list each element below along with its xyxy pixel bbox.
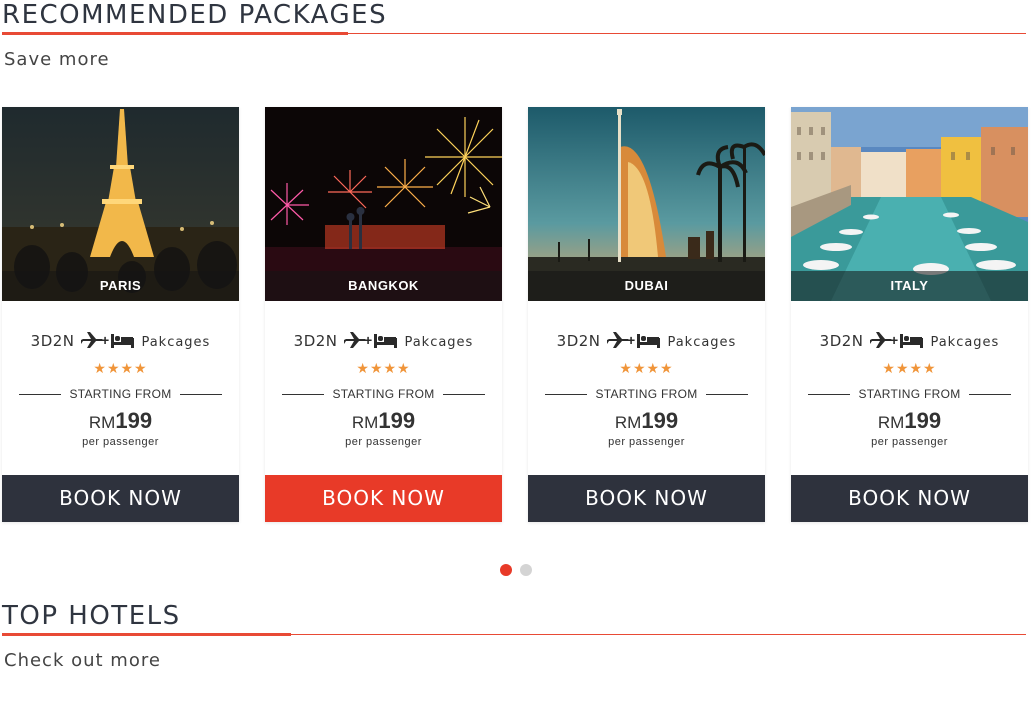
package-description: 3D2N + Pakcages: [265, 331, 502, 354]
top-hotels-subtitle: Check out more: [4, 650, 161, 671]
package-type-label: Pakcages: [141, 335, 211, 350]
package-image-dubai: DUBAI: [528, 107, 765, 301]
price: RM199: [791, 410, 1028, 435]
price: RM199: [528, 410, 765, 435]
top-hotels-title: TOP HOTELS: [2, 601, 181, 631]
flight-hotel-icon: +: [79, 331, 135, 354]
price: RM199: [2, 410, 239, 435]
rating-stars: ★★★★: [93, 360, 148, 376]
price-amount: 199: [378, 408, 416, 433]
starting-from-row: STARTING FROM: [2, 387, 239, 401]
rating-stars: ★★★★: [619, 360, 674, 376]
flight-hotel-icon: +: [605, 331, 661, 354]
price-currency: RM: [88, 413, 116, 432]
recommended-section-header: RECOMMENDED PACKAGES Save more: [0, 0, 1032, 70]
price: RM199: [265, 410, 502, 435]
city-label: BANGKOK: [265, 271, 502, 301]
per-passenger-label: per passenger: [82, 436, 159, 448]
carousel-pagination: [500, 564, 532, 576]
package-image-italy: ITALY: [791, 107, 1028, 301]
package-card-italy: ITALY 3D2N + Pakcages ★★★★ STARTING FROM…: [791, 107, 1028, 522]
flight-hotel-icon: +: [342, 331, 398, 354]
flight-hotel-icon: +: [868, 331, 924, 354]
price-amount: 199: [904, 408, 942, 433]
book-now-button[interactable]: BOOK NOW: [528, 475, 765, 522]
duration-text: 3D2N: [293, 332, 338, 350]
svg-text:+: +: [364, 332, 372, 348]
starting-from-row: STARTING FROM: [265, 387, 502, 401]
package-card-dubai: DUBAI 3D2N + Pakcages ★★★★ STARTING FROM…: [528, 107, 765, 522]
price-currency: RM: [351, 413, 379, 432]
recommended-subtitle: Save more: [4, 49, 110, 70]
top-hotels-section-header: TOP HOTELS Check out more: [0, 601, 1032, 671]
city-label: ITALY: [791, 271, 1028, 301]
book-now-button[interactable]: BOOK NOW: [791, 475, 1028, 522]
price-currency: RM: [614, 413, 642, 432]
package-card-bangkok: BANGKOK 3D2N + Pakcages ★★★★ STARTING FR…: [265, 107, 502, 522]
starting-from-label: STARTING FROM: [858, 387, 961, 401]
duration-text: 3D2N: [819, 332, 864, 350]
package-type-label: Pakcages: [404, 335, 474, 350]
svg-text:+: +: [101, 332, 109, 348]
package-type-label: Pakcages: [930, 335, 1000, 350]
recommended-title: RECOMMENDED PACKAGES: [2, 0, 388, 30]
price-amount: 199: [115, 408, 153, 433]
package-description: 3D2N + Pakcages: [791, 331, 1028, 354]
duration-text: 3D2N: [30, 332, 75, 350]
svg-text:+: +: [627, 332, 635, 348]
starting-from-label: STARTING FROM: [595, 387, 698, 401]
book-now-button[interactable]: BOOK NOW: [265, 475, 502, 522]
starting-from-label: STARTING FROM: [69, 387, 172, 401]
package-description: 3D2N + Pakcages: [528, 331, 765, 354]
starting-from-row: STARTING FROM: [791, 387, 1028, 401]
svg-text:+: +: [890, 332, 898, 348]
per-passenger-label: per passenger: [345, 436, 422, 448]
title-underline: [0, 633, 1032, 636]
carousel-dot-1[interactable]: [500, 564, 512, 576]
rating-stars: ★★★★: [882, 360, 937, 376]
city-label: DUBAI: [528, 271, 765, 301]
rating-stars: ★★★★: [356, 360, 411, 376]
package-image-paris: PARIS: [2, 107, 239, 301]
book-now-button[interactable]: BOOK NOW: [2, 475, 239, 522]
price-currency: RM: [877, 413, 905, 432]
title-underline: [0, 32, 1032, 35]
package-description: 3D2N + Pakcages: [2, 331, 239, 354]
package-image-bangkok: BANGKOK: [265, 107, 502, 301]
price-amount: 199: [641, 408, 679, 433]
package-carousel: PARIS 3D2N + Pakcages ★★★★ STARTING FROM…: [0, 107, 1032, 523]
per-passenger-label: per passenger: [871, 436, 948, 448]
starting-from-row: STARTING FROM: [528, 387, 765, 401]
package-card-paris: PARIS 3D2N + Pakcages ★★★★ STARTING FROM…: [2, 107, 239, 522]
carousel-dot-2[interactable]: [520, 564, 532, 576]
per-passenger-label: per passenger: [608, 436, 685, 448]
package-type-label: Pakcages: [667, 335, 737, 350]
starting-from-label: STARTING FROM: [332, 387, 435, 401]
duration-text: 3D2N: [556, 332, 601, 350]
city-label: PARIS: [2, 271, 239, 301]
